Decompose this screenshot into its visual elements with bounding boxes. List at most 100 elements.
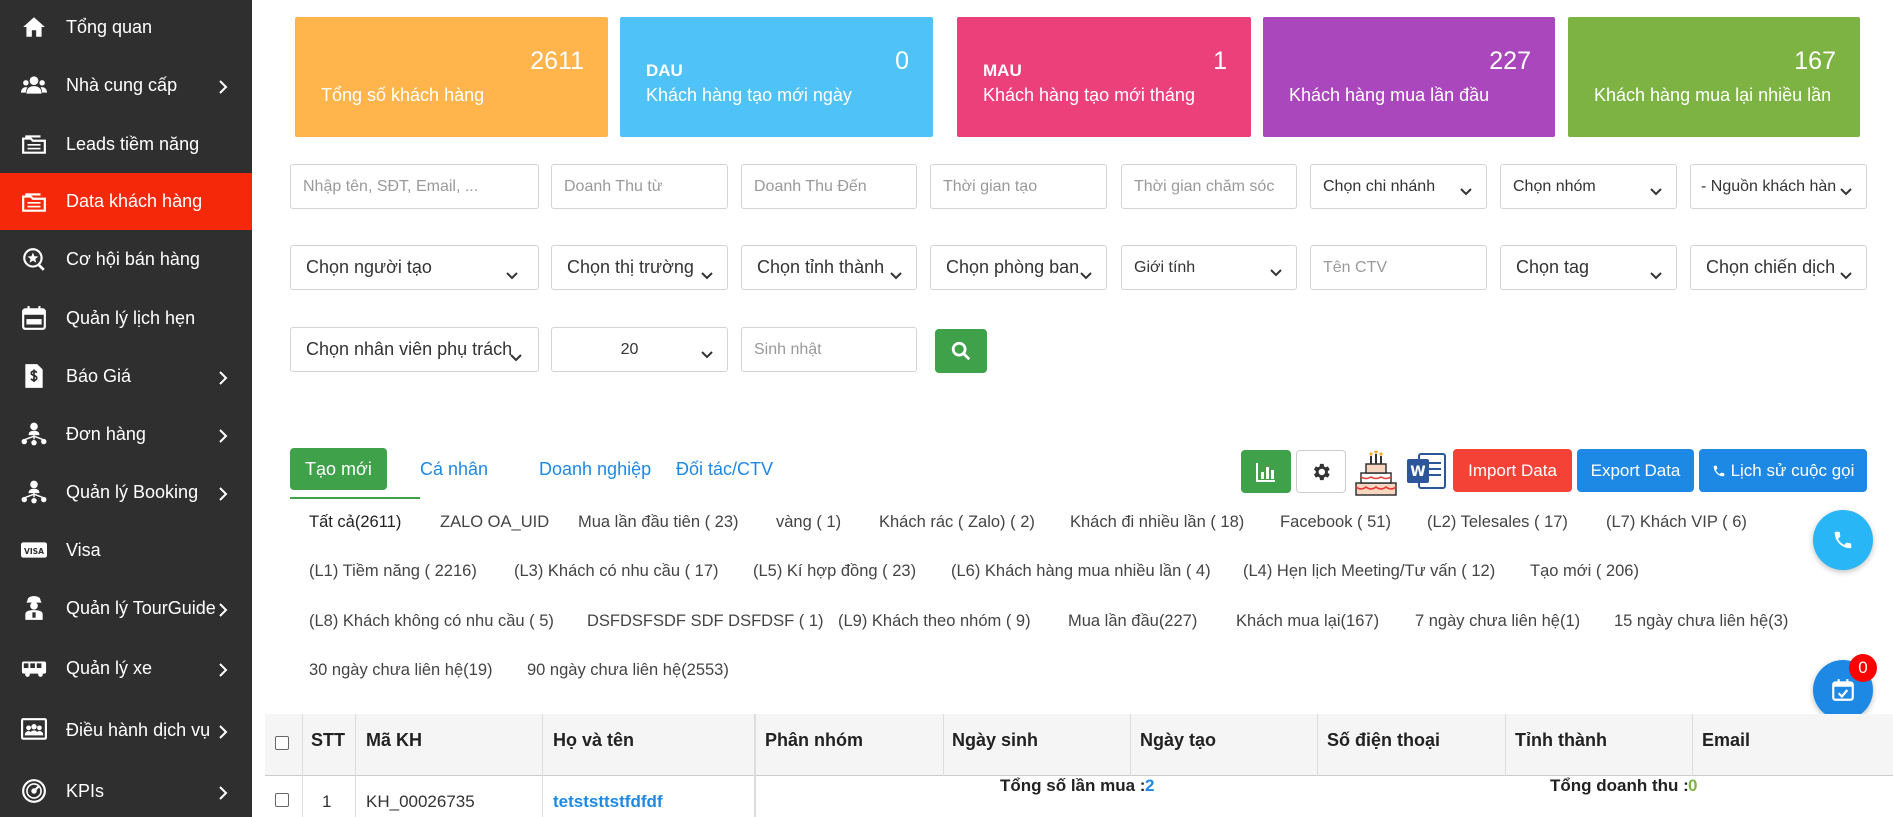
- revenue-from-input[interactable]: Doanh Thu từ: [551, 164, 728, 209]
- settings-button[interactable]: [1296, 450, 1346, 493]
- sidebar-item-vehicles[interactable]: Quản lý xe: [0, 642, 252, 694]
- group-chip[interactable]: (L3) Khách có nhu cầu ( 17): [514, 562, 719, 581]
- group-chip[interactable]: Tất cả(2611): [309, 513, 401, 532]
- group-chip[interactable]: (L9) Khách theo nhóm ( 9): [838, 612, 1031, 631]
- sidebar-item-customer-data[interactable]: Data khách hàng: [0, 173, 252, 230]
- stat-desc: Khách hàng tạo mới tháng: [983, 85, 1195, 105]
- export-data-button[interactable]: Export Data: [1577, 449, 1694, 492]
- market-select[interactable]: Chọn thị trường: [551, 245, 728, 290]
- tab-personal[interactable]: Cá nhân: [420, 448, 488, 490]
- group-chip[interactable]: (L5) Kí hợp đồng ( 23): [753, 562, 916, 581]
- stat-value: 2611: [530, 47, 584, 75]
- source-select[interactable]: - Nguồn khách hàn: [1690, 164, 1867, 209]
- sidebar-item-orders[interactable]: Đơn hàng: [0, 408, 252, 460]
- campaign-select[interactable]: Chọn chiến dịch: [1690, 245, 1867, 290]
- birthday-input[interactable]: Sinh nhật: [741, 327, 917, 372]
- column-header-group[interactable]: Phân nhóm: [765, 730, 863, 751]
- search-input[interactable]: Nhập tên, SĐT, Email, ...: [290, 164, 539, 209]
- chart-button[interactable]: [1241, 450, 1291, 493]
- column-header-phone[interactable]: Số điện thoại: [1327, 730, 1440, 751]
- sidebar-item-suppliers[interactable]: Nhà cung cấp: [0, 59, 252, 111]
- sidebar-item-booking[interactable]: Quản lý Booking: [0, 466, 252, 518]
- group-chip[interactable]: (L1) Tiềm năng ( 2216): [309, 562, 477, 581]
- group-chip[interactable]: (L7) Khách VIP ( 6): [1606, 513, 1747, 532]
- sidebar-item-appointments[interactable]: Quản lý lịch hẹn: [0, 292, 252, 344]
- created-time-input[interactable]: Thời gian tạo: [930, 164, 1107, 209]
- column-divider: [1692, 714, 1693, 776]
- select-all-checkbox[interactable]: [275, 736, 289, 750]
- word-export-icon[interactable]: W: [1405, 450, 1449, 492]
- creator-select[interactable]: Chọn người tạo: [290, 245, 539, 290]
- call-history-button[interactable]: Lịch sử cuộc gọi: [1699, 449, 1867, 492]
- column-header-stt[interactable]: STT: [311, 730, 345, 751]
- birthday-cake-icon[interactable]: [1352, 447, 1400, 497]
- chevron-down-icon: [1650, 264, 1662, 279]
- chevron-down-icon: [506, 264, 518, 279]
- tab-business[interactable]: Doanh nghiệp: [539, 448, 651, 490]
- group-chip[interactable]: vàng ( 1): [776, 513, 841, 532]
- row-checkbox[interactable]: [275, 793, 289, 807]
- group-chip[interactable]: 30 ngày chưa liên hệ(19): [309, 661, 493, 680]
- call-fab-button[interactable]: [1813, 510, 1873, 570]
- group-chip[interactable]: 7 ngày chưa liên hệ(1): [1415, 612, 1580, 631]
- group-chip[interactable]: 15 ngày chưa liên hệ(3): [1614, 612, 1788, 631]
- group-chip[interactable]: ZALO OA_UID: [440, 513, 549, 532]
- group-chip[interactable]: (L4) Hẹn lịch Meeting/Tư vấn ( 12): [1243, 562, 1495, 581]
- column-header-created[interactable]: Ngày tạo: [1140, 730, 1216, 751]
- revenue-to-input[interactable]: Doanh Thu Đến: [741, 164, 917, 209]
- column-header-birthday[interactable]: Ngày sinh: [952, 730, 1038, 751]
- gender-select[interactable]: Giới tính: [1121, 245, 1297, 290]
- group-chip[interactable]: Mua lần đầu tiên ( 23): [578, 513, 739, 532]
- column-header-email[interactable]: Email: [1702, 730, 1750, 751]
- province-select[interactable]: Chọn tỉnh thành: [741, 245, 917, 290]
- sidebar-item-service-operations[interactable]: Điều hành dịch vụ: [0, 704, 252, 756]
- purchase-count-value: 2: [1145, 776, 1155, 795]
- group-chip[interactable]: (L6) Khách hàng mua nhiều lần ( 4): [951, 562, 1211, 581]
- column-header-province[interactable]: Tỉnh thành: [1515, 730, 1607, 751]
- import-data-button[interactable]: Import Data: [1453, 449, 1572, 492]
- row-customer-name-link[interactable]: tetststtstfdfdf: [553, 792, 663, 812]
- column-header-name[interactable]: Họ và tên: [553, 730, 634, 751]
- staff-select[interactable]: Chọn nhân viên phụ trách: [290, 327, 539, 372]
- chevron-right-icon: [218, 661, 228, 677]
- branch-select[interactable]: Chọn chi nhánh: [1310, 164, 1487, 209]
- group-chip[interactable]: Khách rác ( Zalo) ( 2): [879, 513, 1035, 532]
- sidebar-item-leads[interactable]: Leads tiềm năng: [0, 118, 252, 170]
- search-button[interactable]: [935, 329, 987, 373]
- group-chip[interactable]: (L2) Telesales ( 17): [1427, 513, 1568, 532]
- group-chip[interactable]: Tạo mới ( 206): [1530, 562, 1639, 581]
- stat-value: 1: [1213, 47, 1227, 75]
- tag-select[interactable]: Chọn tag: [1500, 245, 1677, 290]
- sidebar-item-tourguide[interactable]: Quản lý TourGuide: [0, 582, 252, 634]
- tab-new[interactable]: Tạo mới: [290, 448, 387, 490]
- tag-select-value: Chọn tag: [1516, 257, 1590, 277]
- chevron-right-icon: [218, 485, 228, 501]
- group-chip[interactable]: (L8) Khách không có nhu cầu ( 5): [309, 612, 554, 631]
- group-chip[interactable]: Khách đi nhiều lần ( 18): [1070, 513, 1244, 532]
- group-chip[interactable]: Khách mua lại(167): [1236, 612, 1379, 631]
- folders-icon: [20, 188, 48, 216]
- sidebar-item-quotes[interactable]: Báo Giá: [0, 350, 252, 402]
- group-chip[interactable]: 90 ngày chưa liên hệ(2553): [527, 661, 729, 680]
- ctv-name-input[interactable]: Tên CTV: [1310, 245, 1487, 290]
- page-size-select[interactable]: 20: [551, 327, 728, 372]
- group-select[interactable]: Chọn nhóm: [1500, 164, 1677, 209]
- tab-partner[interactable]: Đối tác/CTV: [676, 448, 773, 490]
- sidebar-item-opportunities[interactable]: Cơ hội bán hàng: [0, 233, 252, 285]
- chevron-down-icon: [1460, 183, 1472, 195]
- star-badge-icon: [20, 245, 48, 273]
- stat-value: 167: [1794, 47, 1836, 75]
- stat-card-mau: MAU 1 Khách hàng tạo mới tháng: [957, 17, 1251, 137]
- care-time-input[interactable]: Thời gian chăm sóc: [1121, 164, 1297, 209]
- group-chip[interactable]: Mua lần đầu(227): [1068, 612, 1197, 631]
- sidebar-item-overview[interactable]: Tổng quan: [0, 1, 252, 53]
- column-header-code[interactable]: Mã KH: [366, 730, 422, 751]
- creator-select-value: Chọn người tạo: [306, 257, 432, 277]
- export-data-label: Export Data: [1590, 460, 1681, 480]
- group-chip[interactable]: DSFDSFSDF SDF DSFDSF ( 1): [587, 612, 824, 631]
- sidebar-item-kpis[interactable]: KPIs: [0, 765, 252, 817]
- sidebar-item-visa[interactable]: VISA Visa: [0, 524, 252, 576]
- group-chip[interactable]: Facebook ( 51): [1280, 513, 1391, 532]
- sidebar-item-label: Data khách hàng: [66, 191, 203, 211]
- department-select[interactable]: Chọn phòng ban: [930, 245, 1107, 290]
